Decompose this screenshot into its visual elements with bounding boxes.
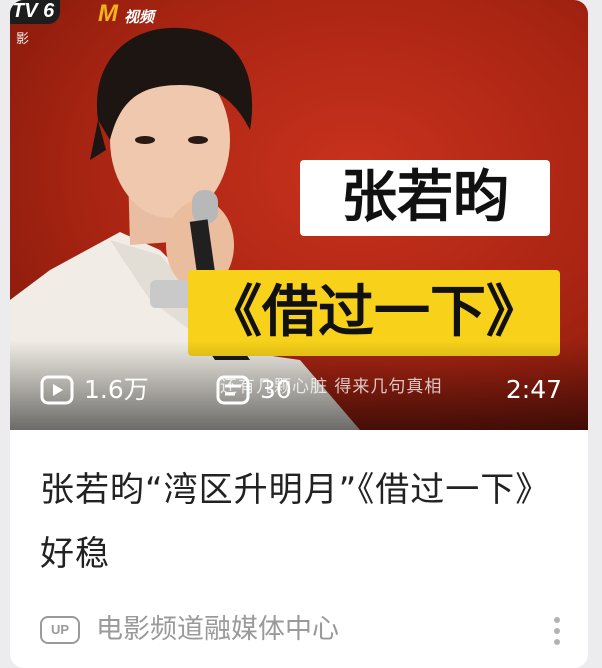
danmaku-count: 30 bbox=[260, 375, 292, 404]
platform-logo-text: 视频 bbox=[124, 8, 155, 26]
danmaku-icon bbox=[216, 375, 250, 405]
lyrics-subtitle: 还有几颗心脏 得来几句真相 bbox=[220, 377, 443, 397]
channel-logo: TV 6 bbox=[10, 0, 61, 24]
overlay-singer-name: 张若昀 bbox=[300, 160, 550, 236]
play-count: 1.6万 bbox=[84, 375, 149, 404]
author-name[interactable]: 电影频道融媒体中心 bbox=[96, 610, 339, 650]
video-thumbnail[interactable]: TV 6 影 M 视频 张若昀 《借过一下》 还有几颗心脏 得来几句真相 1.6… bbox=[10, 0, 588, 430]
channel-logo-sub: 影 bbox=[16, 32, 30, 47]
more-vertical-icon[interactable] bbox=[552, 614, 562, 648]
video-duration: 2:47 bbox=[505, 375, 562, 404]
author-row[interactable]: UP 电影频道融媒体中心 bbox=[40, 610, 570, 650]
video-title[interactable]: 张若昀“湾区升明月”《借过一下》好稳 bbox=[40, 458, 560, 586]
up-badge: UP bbox=[40, 616, 80, 644]
platform-logo: M bbox=[98, 0, 118, 27]
video-card[interactable]: TV 6 影 M 视频 张若昀 《借过一下》 还有几颗心脏 得来几句真相 1.6… bbox=[10, 0, 588, 668]
play-icon bbox=[40, 375, 74, 405]
